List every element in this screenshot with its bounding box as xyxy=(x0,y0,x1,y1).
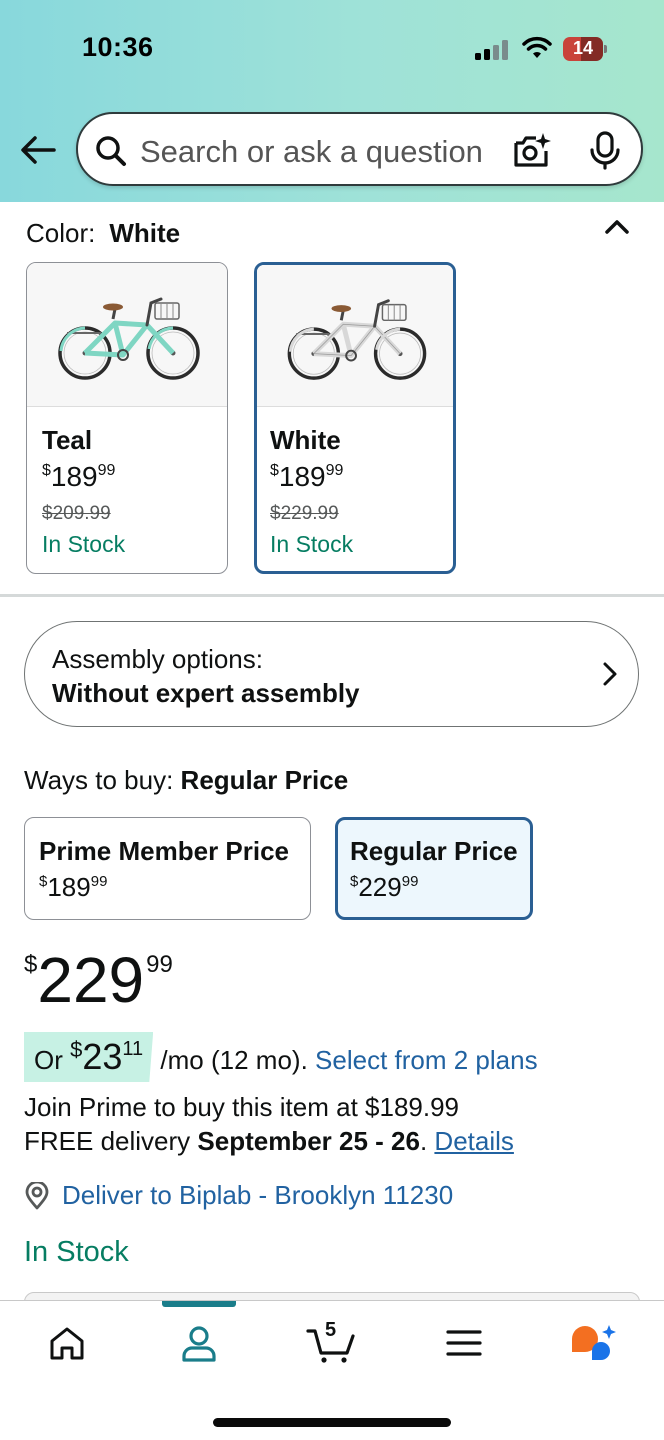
delivery-dates: September 25 - 26 xyxy=(197,1126,420,1156)
buy-option-price: $22999 xyxy=(350,872,419,902)
home-icon[interactable] xyxy=(47,1323,87,1363)
color-option-white[interactable]: White $18999 $229.99 In Stock xyxy=(254,262,456,574)
cellular-signal-icon xyxy=(475,40,509,60)
section-divider xyxy=(0,594,664,597)
regular-price-option[interactable]: Regular Price $22999 xyxy=(335,817,533,920)
color-option-was-price: $209.99 xyxy=(42,503,111,524)
product-price: $22999 xyxy=(24,944,173,1016)
delivery-details-link[interactable]: Details xyxy=(434,1126,513,1156)
camera-search-icon[interactable] xyxy=(512,131,552,171)
color-option-name: Teal xyxy=(42,425,93,455)
color-option-teal[interactable]: Teal $18999 $209.99 In Stock xyxy=(26,262,228,574)
account-icon[interactable] xyxy=(179,1323,219,1363)
wifi-icon xyxy=(522,36,552,58)
monthly-payment-amount: Or $2311 xyxy=(24,1032,154,1082)
color-option-stock: In Stock xyxy=(42,531,126,557)
color-option-price: $18999 xyxy=(270,461,344,492)
bike-image-white xyxy=(257,265,453,407)
bike-image-teal xyxy=(27,263,227,407)
active-tab-indicator xyxy=(162,1301,236,1307)
chevron-right-icon xyxy=(603,662,617,686)
availability-status: In Stock xyxy=(24,1236,129,1268)
buy-option-title: Regular Price xyxy=(350,836,518,866)
color-selection-label: Color: White xyxy=(26,218,181,248)
color-option-was-price: $229.99 xyxy=(270,503,339,524)
select-plans-link[interactable]: Select from 2 plans xyxy=(315,1045,538,1075)
assembly-options-button[interactable]: Assembly options: Without expert assembl… xyxy=(24,621,639,727)
deliver-to-link[interactable]: Deliver to Biplab - Brooklyn 11230 xyxy=(62,1180,453,1211)
location-pin-icon xyxy=(25,1182,49,1210)
color-option-stock: In Stock xyxy=(270,531,354,557)
menu-icon[interactable] xyxy=(444,1323,484,1363)
buy-option-price: $18999 xyxy=(39,872,108,902)
assembly-value: Without expert assembly xyxy=(52,678,360,708)
color-option-name: White xyxy=(270,425,341,455)
microphone-icon[interactable] xyxy=(588,131,622,171)
monthly-payment-term: /mo (12 mo). xyxy=(160,1045,308,1075)
bottom-navigation: 5 xyxy=(0,1300,664,1440)
prime-member-price-option[interactable]: Prime Member Price $18999 xyxy=(24,817,311,920)
home-indicator xyxy=(213,1418,451,1427)
header: 10:36 14 Search or ask a question xyxy=(0,0,664,202)
color-option-price: $18999 xyxy=(42,461,116,492)
status-time: 10:36 xyxy=(82,32,154,62)
rufus-assistant-icon[interactable] xyxy=(570,1323,618,1363)
back-arrow-icon[interactable] xyxy=(18,130,58,170)
delivery-info: FREE delivery September 25 - 26. Details xyxy=(24,1126,514,1156)
battery-level: 14 xyxy=(572,38,594,58)
ways-to-buy-selected: Regular Price xyxy=(180,765,349,795)
cart-count-badge: 5 xyxy=(325,1319,337,1341)
search-icon xyxy=(96,136,126,166)
chevron-up-icon[interactable] xyxy=(602,212,632,242)
assembly-label: Assembly options: xyxy=(52,644,263,674)
prime-note: Join Prime to buy this item at $189.99 xyxy=(24,1092,460,1122)
monthly-payment: Or $2311 /mo (12 mo). Select from 2 plan… xyxy=(24,1032,538,1082)
selected-color: White xyxy=(109,218,181,248)
search-input[interactable]: Search or ask a question xyxy=(140,134,483,170)
battery-icon: 14 xyxy=(563,37,607,61)
search-bar[interactable]: Search or ask a question xyxy=(76,112,643,186)
buy-option-title: Prime Member Price xyxy=(39,836,290,866)
ways-to-buy-label: Ways to buy: Regular Price xyxy=(24,765,349,795)
